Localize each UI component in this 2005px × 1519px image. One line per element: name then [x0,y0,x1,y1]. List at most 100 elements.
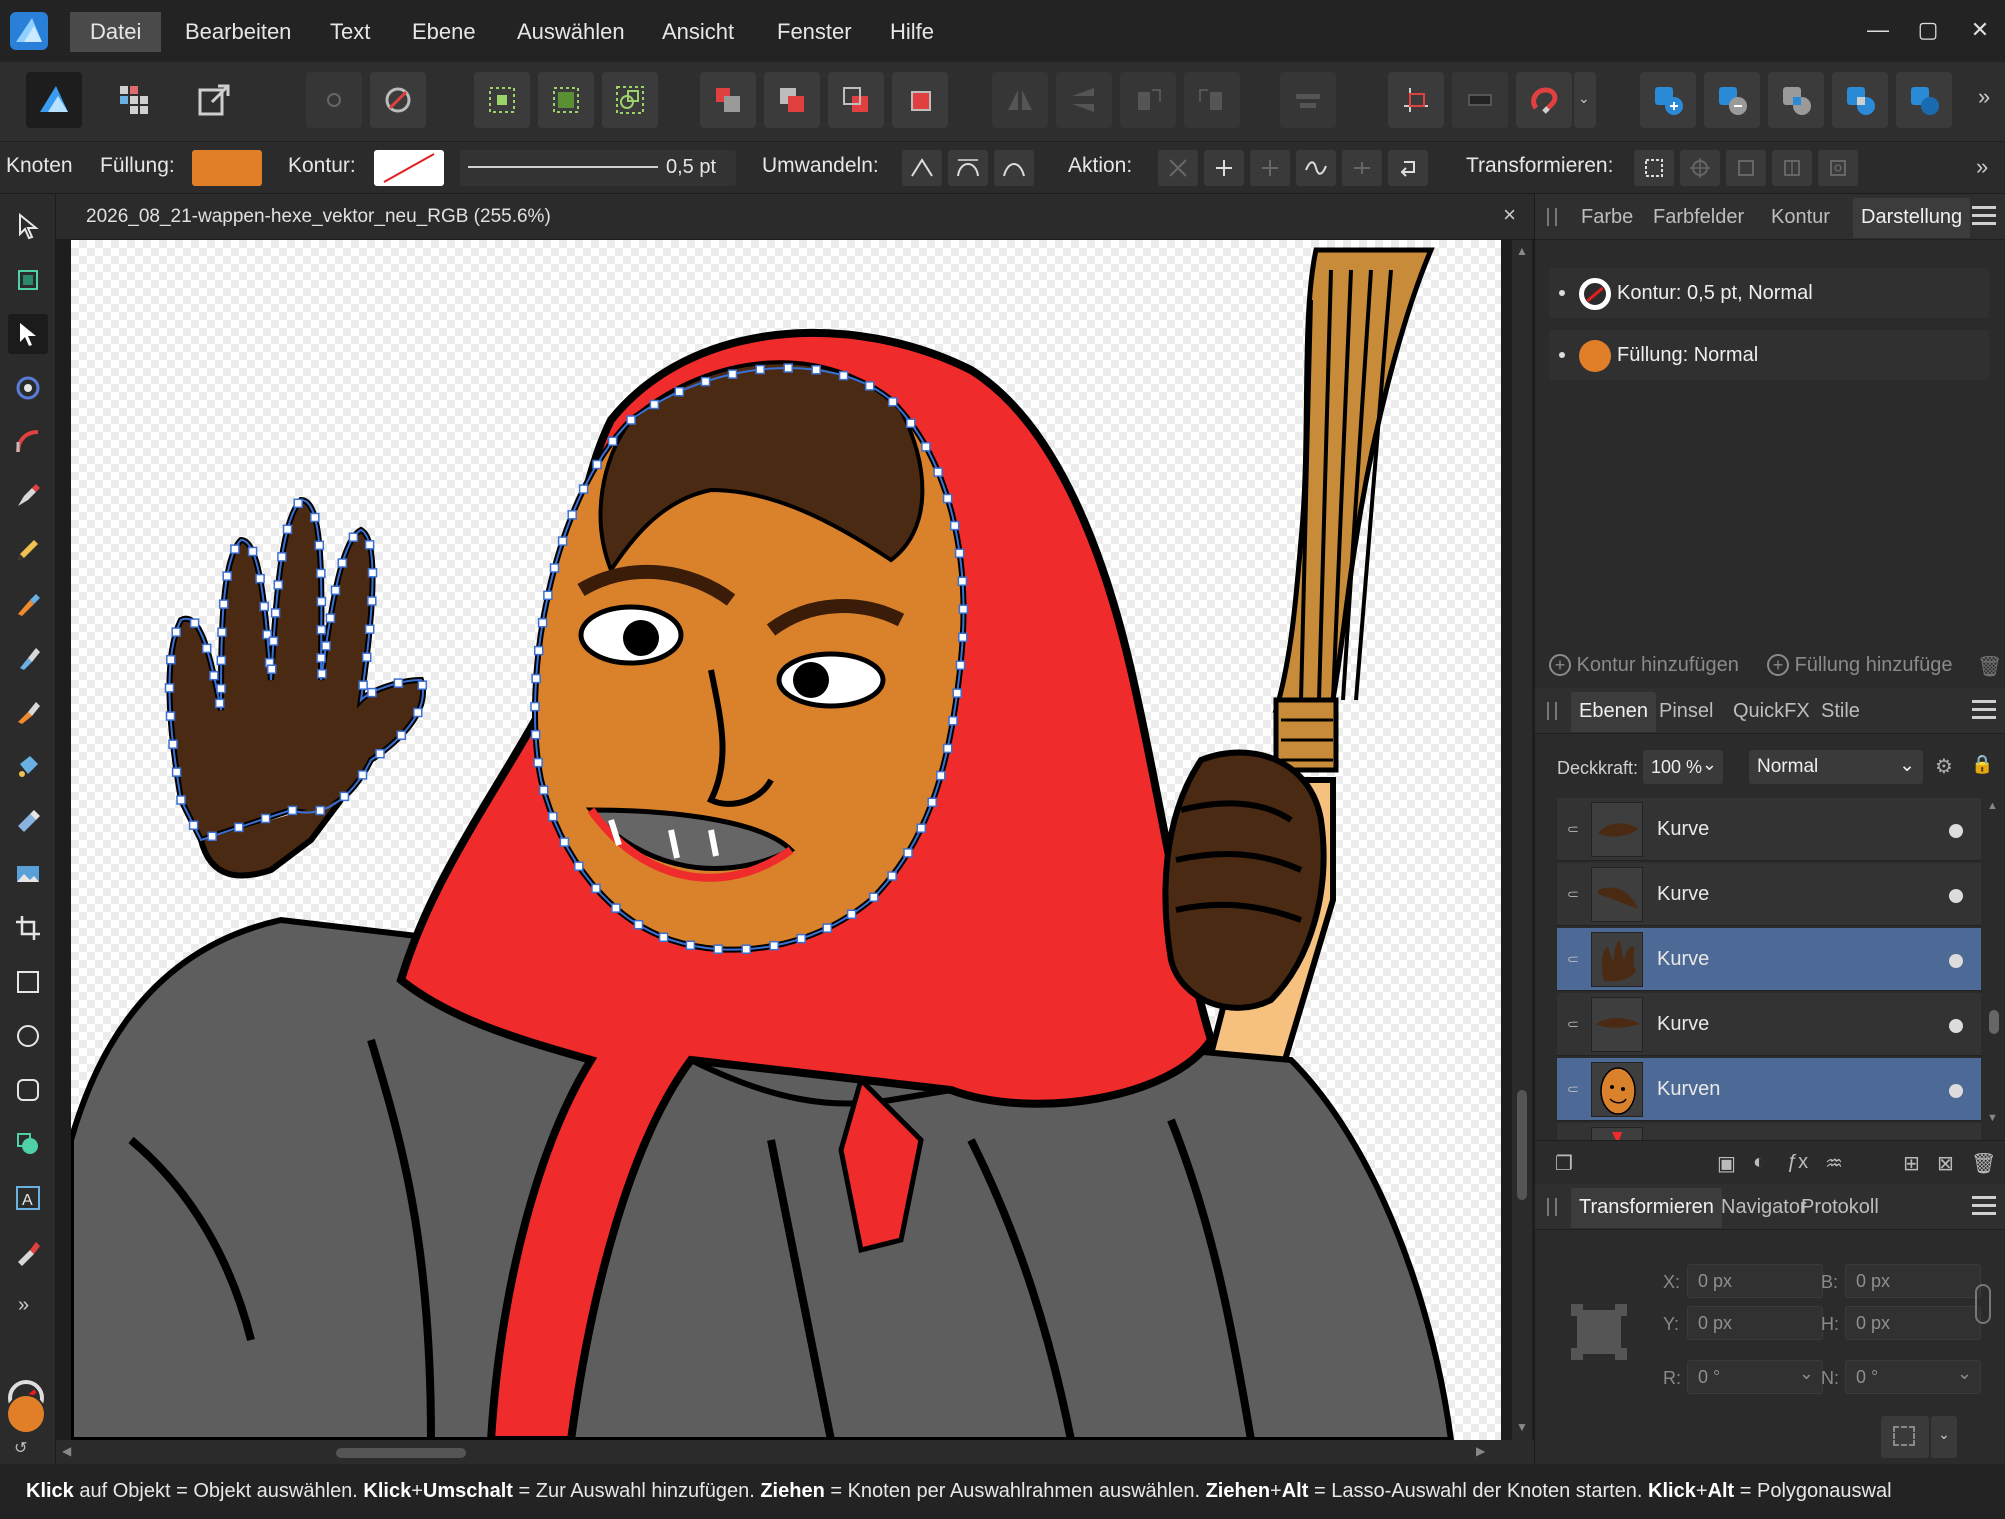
mask-layer-icon[interactable]: ▣ [1717,1151,1736,1176]
lock-icon[interactable]: 🔒 [1971,754,1993,775]
path-node[interactable] [310,512,320,523]
path-node[interactable] [396,730,407,740]
menu-hilfe[interactable]: Hilfe [870,12,954,52]
affinity-designer-logo-icon[interactable] [10,12,48,50]
convert-smooth-button[interactable] [948,150,988,186]
transform-scale-toggle[interactable] [1772,150,1812,186]
menu-ebene[interactable]: Ebene [392,12,496,52]
path-node[interactable] [314,540,325,551]
path-node[interactable] [255,573,265,584]
corner-tool[interactable] [8,422,48,462]
path-node[interactable] [548,811,558,822]
boolean-xor-button[interactable] [1832,72,1888,128]
tab-stile[interactable]: Stile [1813,698,1868,725]
path-node[interactable] [317,669,327,679]
path-node[interactable] [658,932,669,943]
path-node[interactable] [949,520,960,531]
path-node[interactable] [948,716,958,726]
path-node[interactable] [277,552,287,562]
path-node[interactable] [755,364,765,375]
menu-datei[interactable]: Datei [70,12,162,52]
path-node[interactable] [538,785,549,795]
transform-box-button[interactable] [1634,150,1674,186]
path-node[interactable] [230,544,240,554]
layer-visibility-icon[interactable] [1949,889,1963,903]
flip-vertical-button[interactable] [1056,72,1112,128]
path-node[interactable] [339,791,350,802]
tab-kontur[interactable]: Kontur [1763,204,1838,231]
path-node[interactable] [887,397,898,407]
path-node[interactable] [357,770,368,780]
path-node[interactable] [567,510,577,520]
break-curve-button[interactable] [1158,150,1198,186]
reverse-curve-button[interactable] [1342,150,1382,186]
close-window-button[interactable]: ✕ [1960,12,2000,48]
path-node[interactable] [218,599,229,609]
snapping-off-button[interactable] [306,72,362,128]
path-node[interactable] [811,365,821,375]
path-node[interactable] [626,415,636,425]
scroll-up-icon[interactable]: ▲ [1987,800,2001,812]
fill-color-well[interactable] [6,1394,46,1434]
path-node[interactable] [607,436,618,446]
path-node[interactable] [741,944,751,954]
select-all-button[interactable] [474,72,530,128]
tab-farbfelder[interactable]: Farbfelder [1645,204,1752,231]
undo-curve-button[interactable] [1388,150,1428,186]
path-node[interactable] [413,707,423,718]
panel-grip-icon[interactable] [1547,208,1557,226]
path-node[interactable] [531,673,541,684]
layer-row[interactable]: ⸦ Kurven [1557,1058,1981,1121]
export-persona-button[interactable] [186,72,242,128]
brush-layer-icon[interactable]: ♒ [1825,1151,1843,1176]
boolean-add-button[interactable] [1640,72,1696,128]
path-node[interactable] [216,655,227,666]
layer-lock-toggle-icon[interactable]: ⸦ [1565,1078,1581,1099]
path-node[interactable] [530,729,541,740]
panel-menu-icon[interactable] [1972,700,1996,720]
designer-persona-button[interactable] [26,72,82,128]
rotate-left-button[interactable] [1120,72,1176,128]
layer-visibility-icon[interactable] [1949,1084,1963,1098]
close-curve-button[interactable] [1204,150,1244,186]
layer-row[interactable] [1557,1123,1981,1140]
color-picker-tool[interactable] [8,1232,48,1272]
path-node[interactable] [955,660,966,670]
path-node[interactable] [337,558,348,568]
path-node[interactable] [921,442,931,452]
snapping-magnet-button[interactable] [1516,72,1572,128]
layers-scrollbar[interactable]: ▲ ▼ [1987,800,2001,1130]
layer-lock-toggle-icon[interactable]: ⸦ [1565,883,1581,904]
appearance-stroke-row[interactable]: Kontur: 0,5 pt, Normal [1549,268,1989,318]
artboard-canvas[interactable] [71,240,1501,1440]
path-node[interactable] [700,376,711,387]
path-node[interactable] [361,652,372,662]
layer-row[interactable]: ⸦ Kurve [1557,798,1981,861]
layer-row[interactable]: ⸦ Kurve [1557,863,1981,926]
pixel-persona-button[interactable] [106,72,162,128]
node-tool[interactable] [8,314,48,354]
path-node[interactable] [916,823,927,833]
path-node[interactable] [316,625,327,635]
y-field[interactable]: 0 px [1687,1306,1823,1340]
path-node[interactable] [713,944,723,954]
pivot-dropdown-icon[interactable]: ⌄ [1931,1416,1957,1458]
vertical-scroll-thumb[interactable] [1517,1090,1527,1200]
smooth-curve-button[interactable] [1250,150,1290,186]
path-node[interactable] [796,933,806,944]
layer-settings-gear-icon[interactable]: ⚙ [1935,754,1953,779]
ellipse-tool[interactable] [8,1016,48,1056]
add-stroke-button[interactable]: + Kontur hinzufügen [1549,654,1739,677]
path-node[interactable] [209,670,219,681]
path-node[interactable] [287,805,298,816]
panel-grip-icon[interactable] [1547,1198,1557,1216]
path-node[interactable] [348,532,359,542]
opacity-select[interactable]: 100 % ⌄ [1643,750,1723,784]
layers-scroll-thumb[interactable] [1989,1010,1999,1034]
path-node[interactable] [942,743,953,754]
path-node[interactable] [270,608,281,618]
rectangle-tool[interactable] [8,962,48,1002]
menu-text[interactable]: Text [310,12,390,52]
menu-fenster[interactable]: Fenster [757,12,872,52]
path-node[interactable] [166,654,176,665]
